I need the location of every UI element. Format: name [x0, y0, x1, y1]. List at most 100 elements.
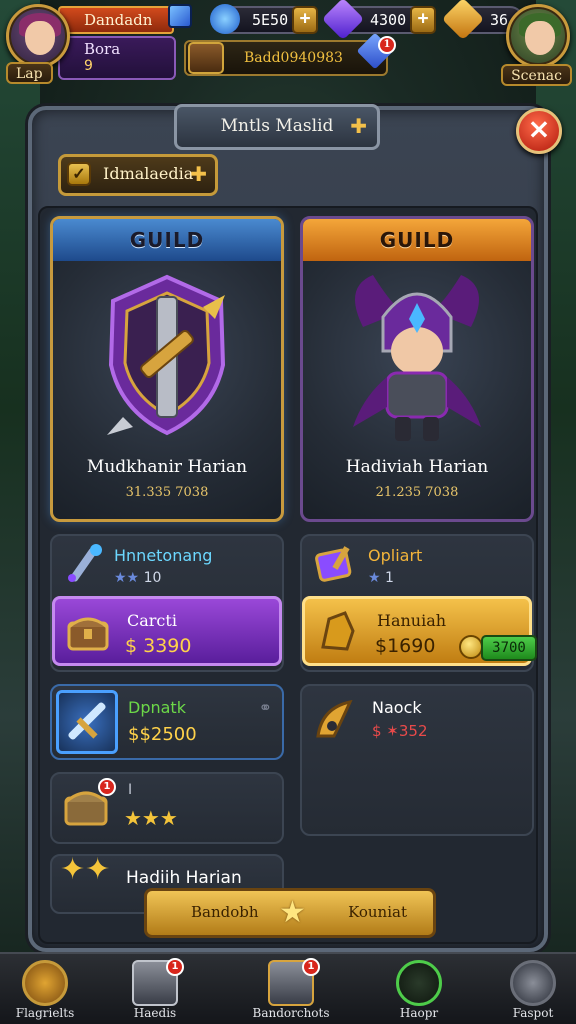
- slot-hnnetonang[interactable]: Hnnetonang ★★ 10 Carcti $ 3390: [50, 534, 284, 672]
- slot-opliart[interactable]: Opliart ★ 1 Hanuiah $1690 3700: [300, 534, 537, 672]
- guild-card-right[interactable]: GUILD Hadiviah Harian 21.235 7038: [300, 216, 534, 522]
- player-avatar[interactable]: [6, 4, 70, 68]
- chest-icon: [67, 617, 109, 651]
- potion-icon: [510, 960, 556, 1006]
- slot-naock[interactable]: Naock $ ✶352: [300, 684, 534, 836]
- blue-orb-icon: [210, 4, 240, 34]
- shop-panel: Mntls Maslid ✚ × ✓ Idmalaedia ✚ GUILD Mu…: [28, 104, 562, 952]
- share-icon[interactable]: ⚭: [259, 698, 272, 717]
- dpnak-title: Dpnatk: [128, 698, 186, 717]
- nav-item-flagrielts[interactable]: Flagrielts: [0, 956, 90, 1024]
- naock-price: $ ✶352: [372, 722, 428, 740]
- gold-stars-icon: ✦✦: [60, 852, 111, 887]
- hnnetonang-stars: ★★ 10: [114, 570, 162, 586]
- bottom-left-label: Bandobh: [191, 903, 259, 921]
- green-price-pill: 3700: [481, 635, 537, 661]
- close-icon: ×: [527, 112, 551, 145]
- buy-carcti-button[interactable]: Carcti $ 3390: [52, 596, 282, 666]
- title-plus-icon: ✚: [350, 114, 367, 138]
- nav-badge: 1: [166, 958, 184, 976]
- guild-shield-art: [53, 267, 281, 449]
- filter-label: Idmalaedia: [103, 164, 194, 183]
- chest-title: I: [128, 782, 133, 798]
- guild-banner-right: GUILD: [303, 219, 531, 261]
- dpnak-price: $$2500: [128, 724, 197, 745]
- gold-helmet-icon: [321, 611, 355, 651]
- nav-label: Flagrielts: [15, 1006, 75, 1020]
- mail-badge: 1: [378, 36, 396, 54]
- guild-sub-left: 31.335 7038: [125, 485, 209, 500]
- guild-sub-right: 21.235 7038: [375, 485, 459, 500]
- nav-item-bandorchots[interactable]: 1 Bandorchots: [246, 956, 336, 1024]
- buy-hanuiah-button[interactable]: Hanuiah $1690 3700: [302, 596, 537, 666]
- gold-gem-value: 36: [490, 11, 509, 29]
- blue-orb-value: 5E50: [252, 11, 289, 29]
- nav-label: Bandorchots: [252, 1006, 330, 1020]
- mail-box[interactable]: Badd0940983 1: [184, 32, 396, 76]
- gold-horn-icon: [312, 696, 360, 748]
- nav-label: Haedis: [133, 1006, 177, 1020]
- add-blue-orb-button[interactable]: +: [292, 6, 318, 34]
- bottom-right-label: Kouniat: [348, 903, 407, 921]
- purple-crystal-value: 4300: [370, 11, 407, 29]
- nav-label: Faspot: [512, 1006, 554, 1020]
- guild-shield-icon: [22, 960, 68, 1006]
- opponent-avatar[interactable]: [506, 4, 570, 68]
- slot-dpnak[interactable]: Dpnatk $$2500 ⚭: [50, 684, 284, 760]
- sword-icon: [396, 960, 442, 1006]
- mail-code: Badd0940983: [244, 50, 343, 66]
- mail-chest-icon: [188, 42, 224, 74]
- nav-item-haopr[interactable]: Haopr: [374, 956, 464, 1024]
- bottom-nav: Flagrielts 1 Haedis 1 Bandorchots Haopr …: [0, 952, 576, 1024]
- opliart-title: Opliart: [368, 546, 423, 565]
- player-level-box: Bora 9: [58, 36, 176, 80]
- gold-gem-icon: [441, 0, 485, 41]
- hero-character-icon: [353, 275, 481, 441]
- blue-cube-icon: [168, 4, 192, 28]
- player-name-bar: Dandadn: [58, 6, 174, 34]
- close-button[interactable]: ×: [516, 108, 562, 154]
- nav-item-haedis[interactable]: 1 Haedis: [110, 956, 200, 1024]
- carcti-label: Carcti: [127, 611, 177, 630]
- hanuiah-price: $1690: [375, 635, 436, 657]
- top-hud: Dandadn Bora 9 Lap 5E50 + 4300 + 36 Badd…: [0, 0, 576, 95]
- chest-stars: ★★★: [124, 806, 178, 830]
- star-icon: ★: [279, 895, 306, 930]
- player-tag-label: Lap: [16, 66, 43, 82]
- nav-badge: 1: [302, 958, 320, 976]
- slot-chest[interactable]: 1 I ★★★: [50, 772, 284, 844]
- guild-card-left[interactable]: GUILD Mudkhanir Harian 31.335 7038: [50, 216, 284, 522]
- chest-badge: 1: [98, 778, 116, 796]
- guild-hero-art: [303, 267, 531, 449]
- checkmark-icon: ✓: [67, 162, 91, 186]
- purple-crystal-icon: [321, 0, 365, 41]
- guild-banner-left: GUILD: [53, 219, 281, 261]
- shield-sword-icon: [107, 274, 226, 436]
- carcti-price: $ 3390: [125, 635, 192, 657]
- add-purple-crystal-button[interactable]: +: [410, 6, 436, 34]
- staff-icon: [62, 542, 106, 590]
- player-tag: Lap: [6, 62, 53, 84]
- resource-blue-orb[interactable]: 5E50 +: [210, 4, 318, 34]
- guild-name-right: Hadiviah Harian: [345, 457, 489, 477]
- bottom-action-bar[interactable]: Bandobh ★ Kouniat: [144, 888, 436, 938]
- guild-name-left: Mudkhanir Harian: [86, 457, 248, 477]
- purple-box-icon: [312, 542, 356, 590]
- filter-button[interactable]: ✓ Idmalaedia ✚: [58, 154, 218, 196]
- blue-sword-icon: [56, 690, 118, 754]
- opponent-face: [525, 21, 555, 55]
- hnnetonang-title: Hnnetonang: [114, 546, 213, 565]
- resource-purple-crystal[interactable]: 4300 +: [321, 0, 436, 41]
- hadiih-title: Hadiih Harian: [126, 868, 242, 888]
- nav-item-faspot[interactable]: Faspot: [488, 956, 576, 1024]
- panel-title-plate: Mntls Maslid ✚: [174, 104, 380, 150]
- shop-content: GUILD Mudkhanir Harian 31.335 7038 GUILD: [38, 206, 538, 944]
- nav-label: Haopr: [399, 1006, 439, 1020]
- opliart-stars: ★ 1: [368, 570, 394, 586]
- opponent-tag-label: Scenac: [511, 68, 562, 84]
- opponent-tag: Scenac: [501, 64, 572, 86]
- hanuiah-label: Hanuiah: [377, 611, 447, 630]
- player-level: 9: [84, 58, 93, 74]
- player-rank: Bora: [84, 40, 121, 58]
- naock-title: Naock: [372, 698, 422, 717]
